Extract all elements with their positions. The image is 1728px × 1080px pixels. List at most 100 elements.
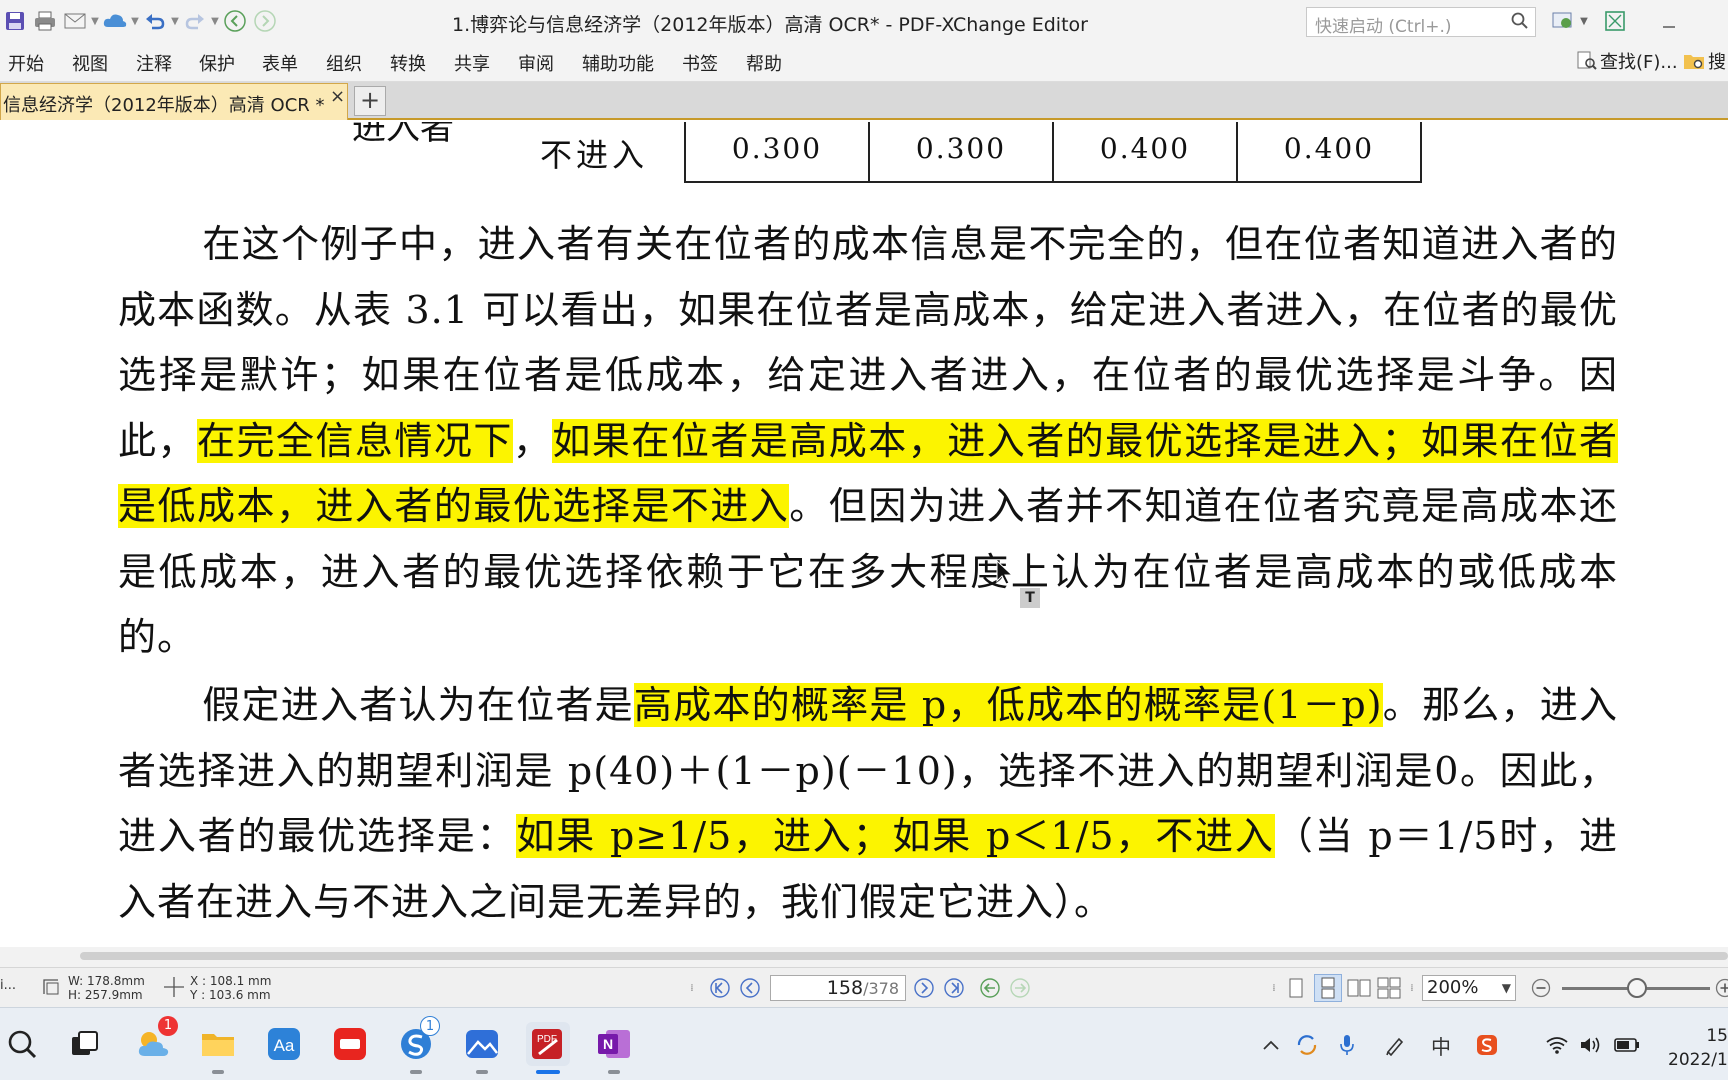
pen-icon[interactable]	[1382, 1032, 1408, 1058]
zoom-out-icon[interactable]	[1530, 977, 1552, 999]
wifi-icon[interactable]	[1544, 1032, 1570, 1058]
cursor-y: Y : 103.6 mm	[190, 988, 271, 1002]
chevron-down-icon[interactable]: ▼	[130, 6, 140, 36]
quick-launch-input[interactable]: 快速启动 (Ctrl+.)	[1306, 7, 1536, 37]
first-page-icon[interactable]	[708, 976, 732, 1000]
menu-bookmarks[interactable]: 书签	[682, 50, 718, 76]
cloud-icon[interactable]	[100, 6, 130, 36]
chevron-up-icon[interactable]	[1258, 1032, 1284, 1058]
find-button[interactable]: 查找(F)...	[1576, 48, 1678, 74]
volume-icon[interactable]	[1578, 1032, 1604, 1058]
menu-help[interactable]: 帮助	[746, 50, 782, 76]
table-row: 0.300 0.300 0.400 0.400	[684, 122, 1422, 183]
find-label: 查找(F)...	[1600, 52, 1678, 73]
highlighted-text[interactable]: 高成本的概率是 p，低成本的概率是(1－p)	[633, 683, 1383, 727]
text-select-cursor-icon: T	[1020, 588, 1040, 608]
continuous-facing-icon[interactable]	[1376, 976, 1402, 1000]
menu-accessibility[interactable]: 辅助功能	[582, 50, 654, 76]
menu-review[interactable]: 审阅	[518, 50, 554, 76]
undo-icon[interactable]	[140, 6, 170, 36]
minimize-icon[interactable]	[1654, 6, 1684, 36]
menu-view[interactable]: 视图	[72, 50, 108, 76]
page-width: W: 178.8mm	[68, 974, 145, 988]
search-icon[interactable]	[1511, 12, 1529, 35]
ime-indicator[interactable]: 中	[1428, 1032, 1454, 1059]
search-button[interactable]: 搜	[1682, 48, 1726, 74]
next-view-icon[interactable]	[1008, 976, 1032, 1000]
forward-view-icon[interactable]	[250, 6, 280, 36]
save-icon[interactable]	[0, 6, 30, 36]
previous-view-icon[interactable]	[978, 976, 1002, 1000]
running-indicator	[410, 1070, 422, 1074]
sogou-tray-icon[interactable]	[1474, 1032, 1500, 1058]
svg-text:Aa: Aa	[274, 1036, 295, 1055]
dictionary-app-icon[interactable]: Aa	[262, 1022, 306, 1066]
toolbar-grip-icon: ⁞	[690, 982, 694, 994]
sogou-input-icon[interactable]: 1	[394, 1016, 440, 1074]
document-tab-label: 信息经济学（2012年版本）高清 OCR *	[3, 95, 325, 116]
file-explorer-icon[interactable]	[196, 1022, 240, 1074]
status-truncated-label[interactable]: i...	[0, 978, 16, 993]
chevron-down-icon[interactable]: ▼	[170, 6, 180, 36]
table-row-label: 不进入	[540, 136, 649, 174]
menu-home[interactable]: 开始	[8, 50, 44, 76]
previous-page-icon[interactable]	[738, 976, 762, 1000]
toolbar-grip-icon: ⁞	[1410, 982, 1414, 994]
document-tab[interactable]: 信息经济学（2012年版本）高清 OCR *	[0, 83, 348, 120]
chevron-down-icon[interactable]: ▼	[210, 6, 220, 36]
pdf-xchange-editor-icon[interactable]: PDF	[526, 1022, 570, 1074]
table-cut-label: 进入者	[352, 122, 454, 148]
single-page-icon[interactable]	[1284, 976, 1308, 1000]
search-icon[interactable]	[0, 1022, 44, 1066]
tab-close-icon[interactable]: ×	[330, 86, 345, 107]
photos-app-icon[interactable]	[460, 1022, 504, 1074]
menu-organize[interactable]: 组织	[326, 50, 362, 76]
facing-pages-icon[interactable]	[1346, 976, 1372, 1000]
email-icon[interactable]	[60, 6, 90, 36]
menu-convert[interactable]: 转换	[390, 50, 426, 76]
horizontal-scrollbar[interactable]	[0, 947, 1728, 967]
text-segment: ，	[512, 418, 553, 463]
table-cell: 0.400	[1236, 122, 1422, 183]
chevron-down-icon[interactable]: ▼	[90, 6, 100, 36]
menu-comment[interactable]: 注释	[136, 50, 172, 76]
onenote-icon[interactable]: N	[592, 1022, 636, 1074]
next-page-icon[interactable]	[912, 976, 936, 1000]
zoom-select[interactable]: 200% ▼	[1422, 975, 1516, 1001]
menu-form[interactable]: 表单	[262, 50, 298, 76]
running-indicator	[212, 1070, 224, 1074]
highlighted-text[interactable]: 在完全信息情况下	[196, 418, 513, 463]
svg-text:N: N	[603, 1036, 613, 1052]
microphone-icon[interactable]	[1334, 1032, 1360, 1058]
print-icon[interactable]	[30, 6, 60, 36]
sync-icon[interactable]	[1294, 1032, 1320, 1058]
zoom-slider-thumb[interactable]	[1627, 978, 1648, 998]
scrollbar-thumb[interactable]	[80, 952, 1728, 960]
system-clock[interactable]: 15 2022/11	[1668, 1024, 1728, 1072]
new-tab-button[interactable]: +	[354, 86, 386, 116]
menu-protect[interactable]: 保护	[199, 50, 235, 76]
highlighted-text[interactable]: 如果 p≥1/5，进入；如果 p＜1/5，不进入	[516, 814, 1275, 858]
options-icon[interactable]	[1548, 6, 1580, 36]
window-title: 1.博弈论与信息经济学（2012年版本）高清 OCR* - PDF-XChang…	[452, 14, 1088, 36]
zoom-in-icon[interactable]	[1714, 977, 1728, 999]
quick-launch-placeholder: 快速启动 (Ctrl+.)	[1315, 17, 1452, 37]
table-cell: 0.300	[868, 122, 1054, 183]
menu-share[interactable]: 共享	[454, 50, 490, 76]
page-number-input[interactable]: 158/378	[770, 975, 906, 1001]
youdao-dictionary-icon[interactable]	[328, 1022, 372, 1066]
weather-widget-icon[interactable]: 1	[132, 1016, 178, 1066]
redo-icon[interactable]	[180, 6, 210, 36]
clock-date: 2022/11	[1668, 1050, 1728, 1070]
mouse-pointer-icon	[996, 560, 1014, 585]
chevron-down-icon[interactable]: ▼	[1578, 6, 1590, 36]
document-page[interactable]: 进入者 不进入 0.300 0.300 0.400 0.400 在这个例子中，进…	[0, 122, 1728, 947]
last-page-icon[interactable]	[942, 976, 966, 1000]
battery-icon[interactable]	[1614, 1032, 1640, 1058]
fullscreen-icon[interactable]	[1600, 6, 1630, 36]
continuous-page-icon[interactable]	[1314, 974, 1342, 1002]
windows-taskbar: 1 Aa 1 PDF N 中 15 2022/1	[0, 1007, 1728, 1080]
chevron-down-icon[interactable]: ▼	[1502, 976, 1511, 1000]
back-view-icon[interactable]	[220, 6, 250, 36]
task-view-icon[interactable]	[62, 1022, 106, 1066]
